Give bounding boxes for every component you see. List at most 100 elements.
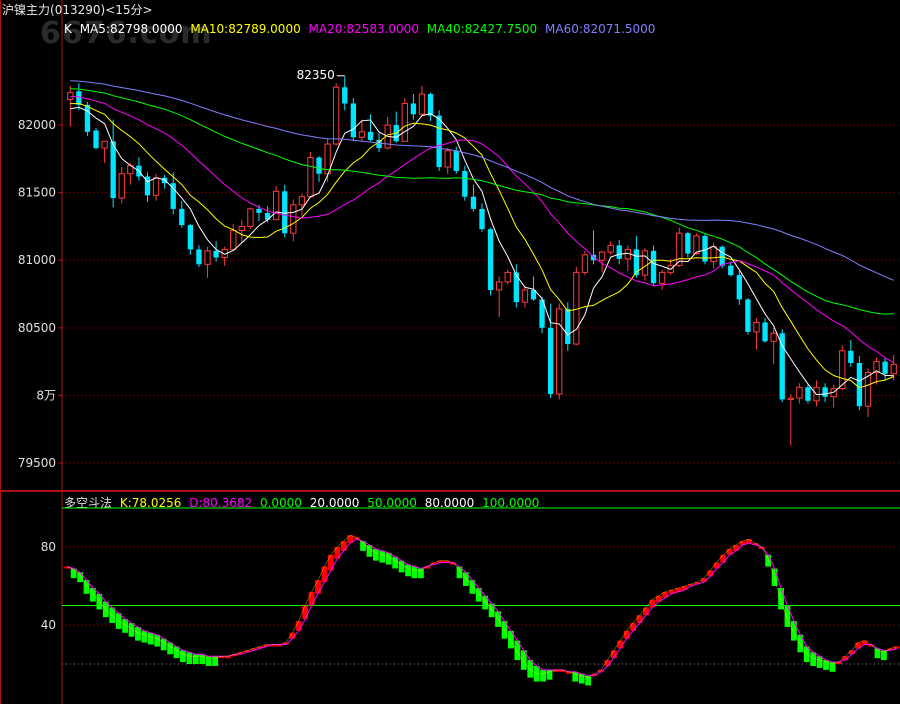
candle-body (376, 139, 382, 149)
ind-bar (77, 572, 83, 583)
chart-window: 沪镍主力(013290)<15分> 6676.com K MA5:82798.0… (0, 0, 900, 704)
candle-body (479, 208, 485, 230)
ind-bar (302, 605, 309, 620)
candle-body (685, 233, 691, 254)
ind-bar (186, 652, 193, 664)
y-tick-label: 80500 (18, 321, 56, 335)
candle-body (307, 157, 314, 198)
candle-body (779, 333, 785, 400)
candle-body (513, 272, 519, 303)
candle-body (118, 173, 125, 199)
candle-body (247, 208, 254, 227)
candle-body (736, 275, 742, 300)
candle-body (444, 150, 451, 168)
candle-body (76, 91, 82, 105)
chart-canvas: 82000 81500 81000 80500 8万 79500 82350 80 40 (0, 0, 900, 704)
candle-body (110, 141, 116, 199)
ind-bar (778, 587, 784, 610)
candle-body (796, 386, 803, 399)
candle-body (179, 208, 185, 226)
candle-body (745, 299, 751, 332)
candle-body (805, 387, 811, 401)
ind-bar (623, 630, 630, 639)
y-tick-label: 82000 (18, 118, 56, 132)
candle-body (547, 327, 554, 395)
candle-body (556, 308, 563, 395)
candle-body (342, 87, 348, 104)
candle-body (658, 271, 666, 284)
candle-body (84, 104, 91, 132)
ind-bar (327, 554, 334, 571)
candle-body (213, 250, 219, 258)
candle-body (641, 250, 649, 276)
candle-body (504, 271, 511, 283)
ind-tick-label: 80 (41, 540, 56, 554)
candle-body (856, 362, 863, 407)
y-tick-label: 8万 (36, 388, 56, 402)
candle-body (848, 350, 854, 363)
ind-bar (540, 669, 546, 682)
ind-bar (643, 607, 649, 616)
ind-bar (372, 548, 379, 561)
candle-body (882, 361, 888, 374)
candle-body (67, 92, 74, 100)
candle-body (436, 115, 442, 167)
candle-body (787, 397, 794, 400)
candle-body (333, 86, 340, 145)
candle-body (230, 230, 237, 250)
candle-body (161, 177, 168, 184)
candle-body (890, 363, 897, 375)
y-tick-label: 79500 (18, 456, 56, 470)
ind-bar (180, 650, 186, 663)
candle-body (427, 94, 434, 116)
ind-k-line (67, 534, 897, 678)
ind-bar (405, 564, 411, 577)
ma40-line (70, 88, 894, 315)
ind-bar (315, 580, 321, 594)
candle-body (410, 103, 417, 115)
ind-bar (135, 626, 141, 641)
candle-body (367, 131, 374, 140)
candle-body (93, 130, 99, 149)
candle-body (101, 140, 108, 149)
candle-body (719, 246, 725, 266)
candle-body (290, 204, 297, 234)
candle-body (401, 102, 408, 142)
peak-annotation: 82350 (297, 68, 335, 82)
candle-body (238, 225, 245, 232)
ma10-line (70, 103, 894, 389)
ind-bar (321, 566, 328, 583)
ind-tick-label: 40 (41, 618, 56, 632)
candle-body (470, 196, 477, 209)
ind-bar (199, 654, 206, 664)
candle-body (298, 196, 306, 206)
candle-body (607, 244, 614, 253)
candle-body (822, 387, 828, 397)
ma5-line (70, 106, 894, 396)
ind-bar (810, 652, 817, 666)
candle-body (710, 246, 717, 263)
candle-body (453, 150, 459, 172)
ind-bar (790, 621, 797, 641)
ind-bar (527, 660, 534, 678)
ind-bar (720, 554, 727, 563)
candle-body (204, 250, 211, 265)
candle-body (316, 157, 322, 174)
candle-body (650, 250, 657, 284)
ind-bar (874, 648, 881, 659)
candle-body (152, 177, 160, 196)
ind-bar (418, 568, 424, 579)
candle-body (462, 171, 468, 197)
candle-body (762, 322, 768, 342)
candle-body (350, 103, 356, 138)
candle-body (770, 332, 777, 342)
ind-bar (713, 562, 720, 569)
candle-body (616, 245, 622, 259)
candle-body (358, 131, 366, 138)
ind-bar (636, 615, 643, 624)
ind-bar (147, 632, 154, 645)
candle-body (565, 308, 571, 345)
candle-body (598, 251, 606, 261)
candle-body (187, 225, 194, 250)
ind-bar (797, 634, 804, 653)
